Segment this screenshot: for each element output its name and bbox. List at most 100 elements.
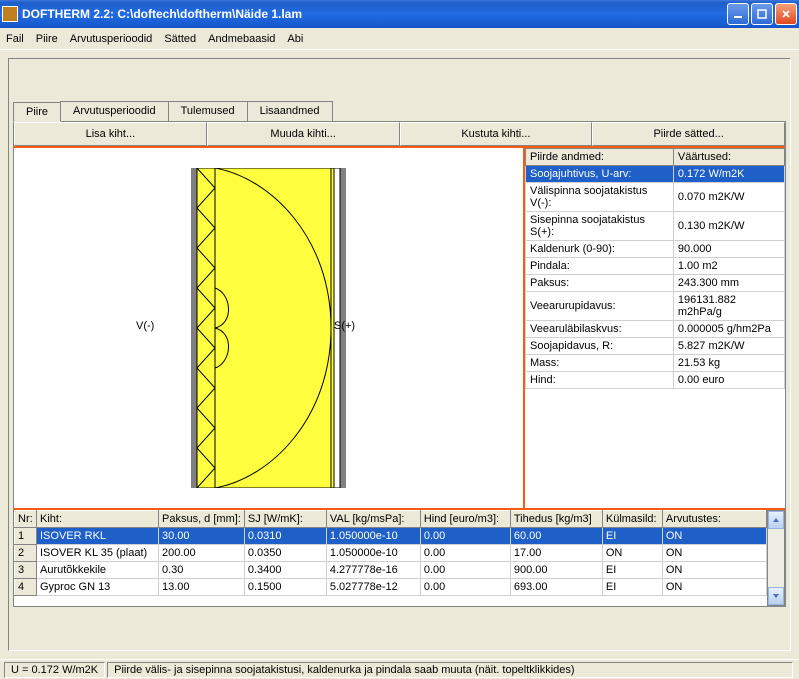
property-row[interactable]: Kaldenurk (0-90):90.000: [526, 241, 785, 258]
layer-cell: ISOVER KL 35 (plaat): [37, 545, 159, 562]
property-value: 21.53 kg: [673, 355, 784, 372]
property-row[interactable]: Mass:21.53 kg: [526, 355, 785, 372]
layer-cell: ON: [662, 579, 766, 596]
app-icon: [2, 6, 18, 22]
menu-arvutusperioodid[interactable]: Arvutusperioodid: [70, 33, 153, 45]
window-title: DOFTHERM 2.2: C:\doftech\doftherm\Näide …: [22, 7, 727, 21]
property-value: 0.130 m2K/W: [673, 212, 784, 241]
property-row[interactable]: Sisepinna soojatakistus S(+):0.130 m2K/W: [526, 212, 785, 241]
layers-panel: Nr:Kiht:Paksus, d [mm]:SJ [W/mK]:VAL [kg…: [14, 510, 767, 606]
layer-cell: 13.00: [159, 579, 245, 596]
tab-content: Lisa kiht... Muuda kihti... Kustuta kiht…: [13, 121, 786, 607]
props-header-name: Piirde andmed:: [526, 149, 674, 166]
add-layer-button[interactable]: Lisa kiht...: [14, 122, 207, 146]
property-row[interactable]: Pindala:1.00 m2: [526, 258, 785, 275]
property-name: Veearurupidavus:: [526, 292, 674, 321]
settings-button[interactable]: Piirde sätted...: [592, 122, 785, 146]
layer-row-number: 1: [15, 528, 37, 545]
property-value: 1.00 m2: [673, 258, 784, 275]
layer-row[interactable]: 1ISOVER RKL30.000.03101.050000e-100.0060…: [15, 528, 767, 545]
property-value: 0.172 W/m2K: [673, 166, 784, 183]
statusbar: U = 0.172 W/m2K Piirde välis- ja sisepin…: [0, 659, 799, 679]
layer-cell: EI: [602, 528, 662, 545]
property-row[interactable]: Paksus:243.300 mm: [526, 275, 785, 292]
property-row[interactable]: Välispinna soojatakistus V(-):0.070 m2K/…: [526, 183, 785, 212]
property-row[interactable]: Soojapidavus, R:5.827 m2K/W: [526, 338, 785, 355]
titlebar: DOFTHERM 2.2: C:\doftech\doftherm\Näide …: [0, 0, 799, 28]
layers-table[interactable]: Nr:Kiht:Paksus, d [mm]:SJ [W/mK]:VAL [kg…: [14, 510, 767, 596]
tab-tulemused[interactable]: Tulemused: [168, 101, 248, 121]
properties-table[interactable]: Piirde andmed: Väärtused: Soojajuhtivus,…: [525, 148, 785, 389]
vertical-scrollbar[interactable]: [767, 510, 785, 606]
layer-cell: 200.00: [159, 545, 245, 562]
property-row[interactable]: Hind:0.00 euro: [526, 372, 785, 389]
menu-andmebaasid[interactable]: Andmebaasid: [208, 33, 275, 45]
property-name: Soojapidavus, R:: [526, 338, 674, 355]
layer-cell: 693.00: [510, 579, 602, 596]
layer-row-number: 2: [15, 545, 37, 562]
layer-cell: ISOVER RKL: [37, 528, 159, 545]
layer-cell: 1.050000e-10: [326, 528, 420, 545]
layer-cell: Gyproc GN 13: [37, 579, 159, 596]
property-name: Paksus:: [526, 275, 674, 292]
maximize-button[interactable]: [751, 3, 773, 25]
layer-column-header[interactable]: Tihedus [kg/m3]: [510, 511, 602, 528]
layer-cell: 0.0310: [244, 528, 326, 545]
property-row[interactable]: Soojajuhtivus, U-arv:0.172 W/m2K: [526, 166, 785, 183]
close-button[interactable]: [775, 3, 797, 25]
menu-satted[interactable]: Sätted: [164, 33, 196, 45]
layer-cell: ON: [662, 545, 766, 562]
toolbar: Lisa kiht... Muuda kihti... Kustuta kiht…: [14, 122, 785, 148]
property-value: 0.00 euro: [673, 372, 784, 389]
layer-cell: ON: [662, 562, 766, 579]
layer-cell: EI: [602, 562, 662, 579]
property-value: 90.000: [673, 241, 784, 258]
layer-cell: 0.0350: [244, 545, 326, 562]
property-name: Veearuläbilaskvus:: [526, 321, 674, 338]
menu-abi[interactable]: Abi: [287, 33, 303, 45]
property-value: 243.300 mm: [673, 275, 784, 292]
tab-piire[interactable]: Piire: [13, 102, 61, 122]
delete-layer-button[interactable]: Kustuta kihti...: [400, 122, 593, 146]
scroll-track[interactable]: [768, 529, 784, 587]
layer-column-header[interactable]: Nr:: [15, 511, 37, 528]
layer-cell: 1.050000e-10: [326, 545, 420, 562]
tab-lisaandmed[interactable]: Lisaandmed: [247, 101, 333, 121]
layer-column-header[interactable]: Külmasild:: [602, 511, 662, 528]
property-name: Sisepinna soojatakistus S(+):: [526, 212, 674, 241]
props-header-value: Väärtused:: [673, 149, 784, 166]
property-name: Pindala:: [526, 258, 674, 275]
edit-layer-button[interactable]: Muuda kihti...: [207, 122, 400, 146]
layer-column-header[interactable]: Hind [euro/m3]:: [420, 511, 510, 528]
property-value: 0.000005 g/hm2Pa: [673, 321, 784, 338]
status-hint: Piirde välis- ja sisepinna soojatakistus…: [107, 662, 793, 678]
menu-fail[interactable]: Fail: [6, 33, 24, 45]
layer-row[interactable]: 3Aurutõkkekile0.300.34004.277778e-160.00…: [15, 562, 767, 579]
property-row[interactable]: Veearuläbilaskvus:0.000005 g/hm2Pa: [526, 321, 785, 338]
layer-cell: ON: [602, 545, 662, 562]
diagram-right-label: S(+): [334, 320, 355, 332]
layer-cell: 0.00: [420, 562, 510, 579]
layer-row[interactable]: 2ISOVER KL 35 (plaat)200.000.03501.05000…: [15, 545, 767, 562]
layer-column-header[interactable]: VAL [kg/msPa]:: [326, 511, 420, 528]
property-row[interactable]: Veearurupidavus:196131.882 m2hPa/g: [526, 292, 785, 321]
layer-column-header[interactable]: SJ [W/mK]:: [244, 511, 326, 528]
property-name: Mass:: [526, 355, 674, 372]
tab-arvutusperioodid[interactable]: Arvutusperioodid: [60, 101, 169, 121]
layer-column-header[interactable]: Paksus, d [mm]:: [159, 511, 245, 528]
menu-piire[interactable]: Piire: [36, 33, 58, 45]
property-name: Soojajuhtivus, U-arv:: [526, 166, 674, 183]
layer-row[interactable]: 4Gyproc GN 1313.000.15005.027778e-120.00…: [15, 579, 767, 596]
property-value: 196131.882 m2hPa/g: [673, 292, 784, 321]
layer-cell: 17.00: [510, 545, 602, 562]
scroll-up-button[interactable]: [768, 511, 784, 529]
scroll-down-button[interactable]: [768, 587, 784, 605]
layer-column-header[interactable]: Kiht:: [37, 511, 159, 528]
layer-column-header[interactable]: Arvutustes:: [662, 511, 766, 528]
property-name: Hind:: [526, 372, 674, 389]
layer-cell: 4.277778e-16: [326, 562, 420, 579]
layer-cell: 0.1500: [244, 579, 326, 596]
minimize-button[interactable]: [727, 3, 749, 25]
layer-cell: 0.00: [420, 579, 510, 596]
layer-cell: 0.00: [420, 545, 510, 562]
